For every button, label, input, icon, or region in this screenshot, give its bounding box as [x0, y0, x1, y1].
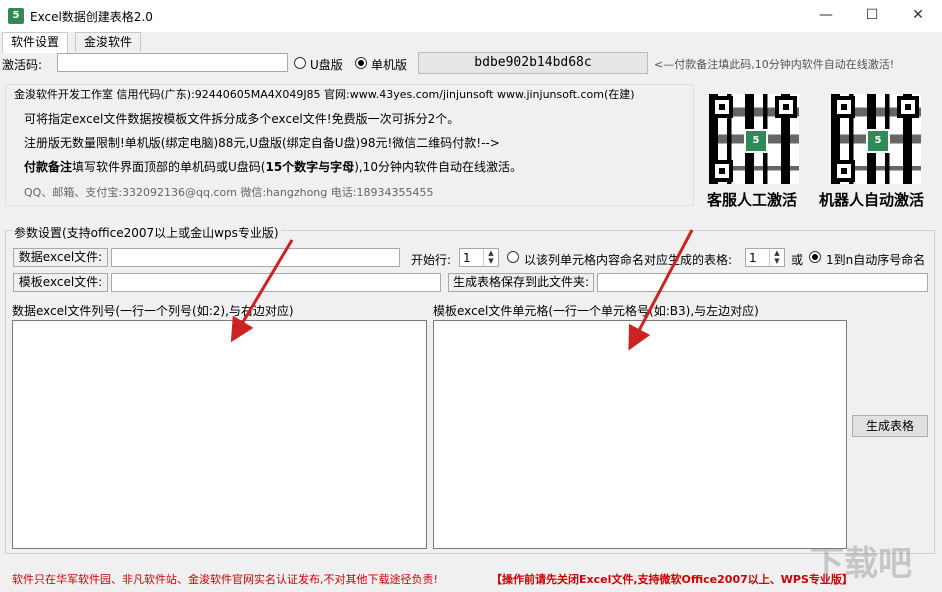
annotation-arrows [0, 0, 942, 592]
footer-disclaimer: 软件只在华军软件园、非凡软件站、金浚软件官网实名认证发布,不对其他下载途径负责! [12, 571, 438, 587]
arrow-icon [634, 230, 692, 340]
footer-notice: 【操作前请先关闭Excel文件,支持微软Office2007以上、WPS专业版】 [491, 571, 853, 587]
arrow-icon [237, 240, 292, 332]
watermark-logo: 下载吧 [810, 536, 912, 585]
